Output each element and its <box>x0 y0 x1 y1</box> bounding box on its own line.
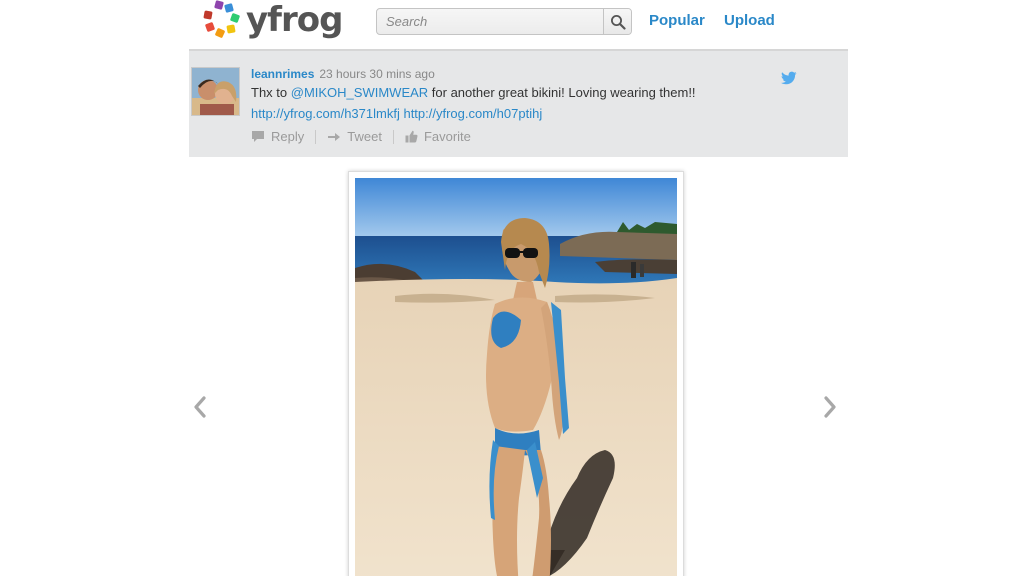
tweet-text: Thx to @MIKOH_SWIMWEAR for another great… <box>251 85 696 100</box>
yfrog-logo[interactable]: yfrog <box>198 0 343 40</box>
action-divider <box>315 129 317 144</box>
retweet-arrow-icon <box>328 132 341 141</box>
search-input[interactable] <box>377 9 603 34</box>
retweet-button[interactable]: Tweet <box>327 129 382 144</box>
logo-wordmark: yfrog <box>246 0 343 40</box>
action-divider <box>392 129 394 144</box>
search-button[interactable] <box>603 9 631 34</box>
favorite-label: Favorite <box>423 129 471 144</box>
tweet-text-suffix: for another great bikini! Loving wearing… <box>428 85 696 100</box>
search-icon <box>610 14 626 30</box>
avatar-photo <box>192 68 239 115</box>
tweet-actions: Reply Tweet Favorite <box>251 129 471 144</box>
tweet-link-2[interactable]: http://yfrog.com/h07ptihj <box>403 106 542 121</box>
next-arrow-icon[interactable] <box>822 396 838 418</box>
favorite-button[interactable]: Favorite <box>405 129 471 144</box>
tweet-timestamp: 23 hours 30 mins ago <box>319 67 435 81</box>
thumbs-up-icon <box>405 130 418 143</box>
tweet-links: http://yfrog.com/h371lmkfj http://yfrog.… <box>251 106 542 121</box>
tweet-text-prefix: Thx to <box>251 85 291 100</box>
tweet-mention-link[interactable]: @MIKOH_SWIMWEAR <box>291 85 428 100</box>
search-box <box>376 8 632 35</box>
yfrog-logo-icon <box>203 0 240 38</box>
reply-icon <box>252 131 264 142</box>
twitter-bird-icon[interactable] <box>781 71 797 85</box>
tweet-username[interactable]: leannrimes <box>251 67 314 81</box>
retweet-label: Tweet <box>347 129 382 144</box>
reply-button[interactable]: Reply <box>251 129 304 144</box>
previous-arrow-icon[interactable] <box>192 396 208 418</box>
tweet-meta: leannrimes 23 hours 30 mins ago <box>251 67 435 81</box>
tweet-panel: leannrimes 23 hours 30 mins ago Thx to @M… <box>189 49 848 157</box>
header: yfrog Popular Upload <box>0 0 1024 50</box>
photo-frame <box>348 171 684 576</box>
beach-photo[interactable] <box>355 178 677 576</box>
tweet-link-1[interactable]: http://yfrog.com/h371lmkfj <box>251 106 400 121</box>
nav-upload-link[interactable]: Upload <box>724 12 775 29</box>
nav-popular-link[interactable]: Popular <box>649 12 705 29</box>
avatar[interactable] <box>191 67 240 116</box>
reply-label: Reply <box>271 129 305 144</box>
